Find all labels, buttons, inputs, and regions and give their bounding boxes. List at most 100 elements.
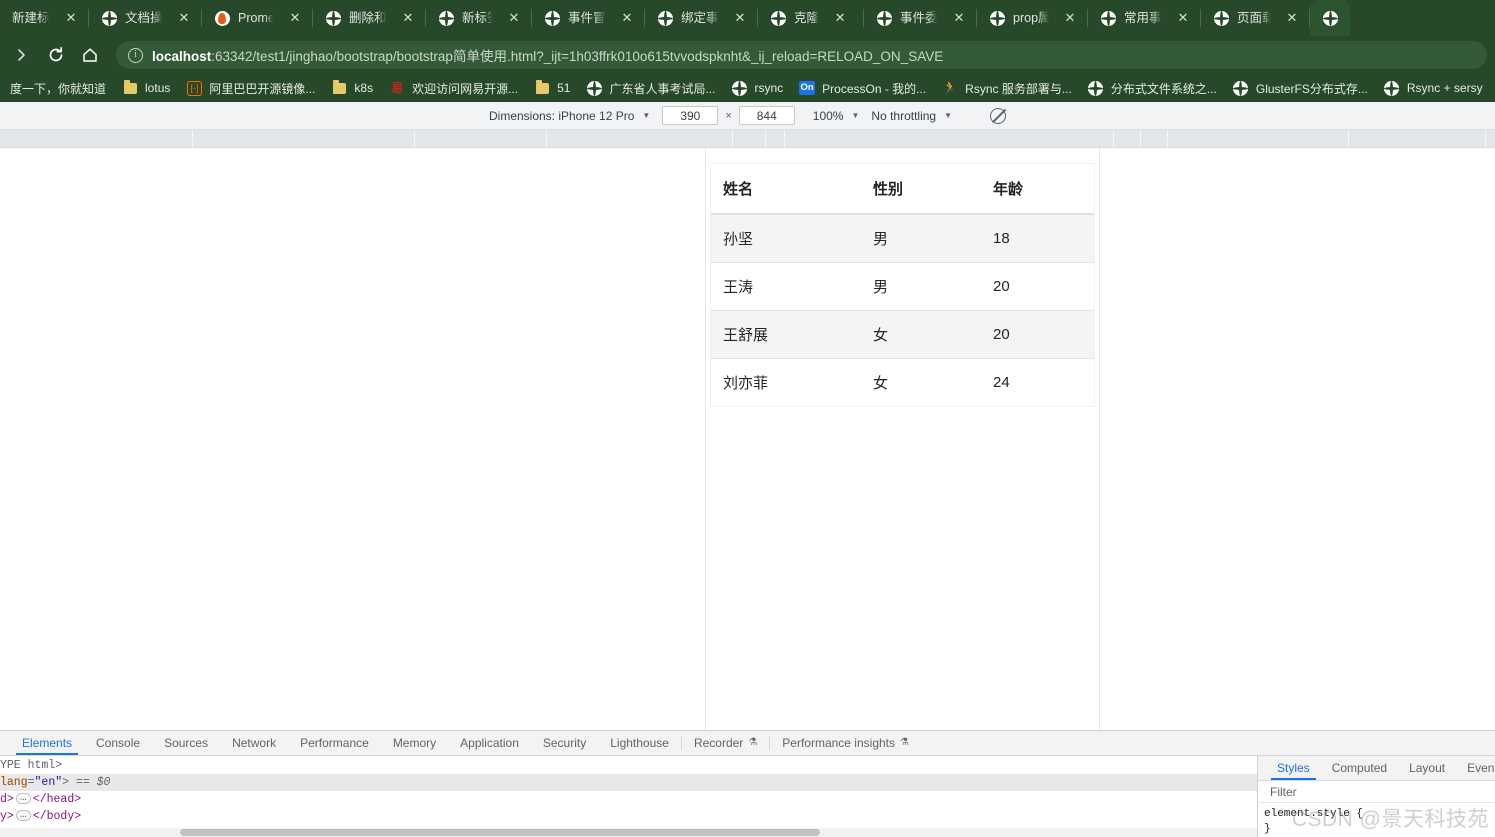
browser-tab[interactable]: 文档操作 ✕ <box>89 0 201 36</box>
browser-tab[interactable]: Prometheus ✕ <box>202 0 312 36</box>
cell-name: 孙坚 <box>711 213 861 263</box>
processon-icon: On <box>799 81 816 95</box>
ruler-tick <box>784 130 785 147</box>
devtools-tab-label: Console <box>96 735 141 750</box>
styles-tab-event-li[interactable]: Event Li <box>1456 756 1495 781</box>
table-row: 孙坚男 18 <box>711 213 1094 263</box>
tab-close-icon[interactable]: ✕ <box>1281 7 1303 29</box>
bookmark-item[interactable]: lotus <box>114 76 178 100</box>
tab-close-icon[interactable]: ✕ <box>829 7 851 29</box>
tab-close-icon[interactable]: ✕ <box>284 7 306 29</box>
bookmark-item[interactable]: 广东省人事考试局... <box>578 76 723 100</box>
bookmark-item[interactable]: On ProcessOn - 我的... <box>791 76 934 100</box>
element-style-rule[interactable]: element.style { } <box>1258 803 1495 837</box>
forward-button[interactable] <box>8 41 36 69</box>
bookmark-item[interactable]: 度一下，你就知道 <box>2 76 114 100</box>
styles-filter-row[interactable]: Filter <box>1258 781 1495 803</box>
bookmark-item[interactable]: k8s <box>323 76 381 100</box>
dom-tree-pane[interactable]: YPE html> lang="en"> == $0 d>… </head> y>… </… <box>0 755 1258 837</box>
ruler-tick <box>732 130 733 147</box>
browser-tab[interactable]: 克隆 ✕ <box>758 0 863 36</box>
globe-icon <box>1384 80 1400 96</box>
table-row: 刘亦菲女 24 <box>711 358 1094 406</box>
dimensions-selector[interactable]: Dimensions: iPhone 12 Pro ▼ <box>489 109 662 123</box>
tab-close-icon[interactable]: ✕ <box>729 7 751 29</box>
bookmark-item[interactable]: 51 <box>526 76 578 100</box>
browser-tab[interactable]: 事件委托 ✕ <box>864 0 976 36</box>
globe-icon <box>101 10 117 26</box>
reload-button[interactable] <box>42 41 70 69</box>
browser-tab[interactable]: 新标签页 ✕ <box>426 0 531 36</box>
th-gender: 性别 <box>861 164 981 215</box>
home-button[interactable] <box>76 41 104 69</box>
tab-close-icon[interactable]: ✕ <box>1059 7 1081 29</box>
bookmark-item[interactable]: [-] 阿里巴巴开源镜像... <box>178 76 323 100</box>
zoom-selector[interactable]: 100% ▼ <box>813 109 872 123</box>
url-text: localhost:63342/test1/jinghao/bootstrap/… <box>152 45 943 65</box>
globe-icon <box>770 10 786 26</box>
th-name: 姓名 <box>711 164 861 215</box>
scrollbar-thumb[interactable] <box>180 829 820 836</box>
browser-tab[interactable]: 删除和清空 ✕ <box>313 0 425 36</box>
styles-tab-computed[interactable]: Computed <box>1321 756 1398 781</box>
tab-close-icon[interactable]: ✕ <box>948 7 970 29</box>
browser-tab[interactable]: 新建标签 ✕ <box>0 0 88 36</box>
styles-sidebar: StylesComputedLayoutEvent Li Filter elem… <box>1258 755 1495 837</box>
browser-tab[interactable]: 常用事件 ✕ <box>1088 0 1200 36</box>
devtools-tab-memory[interactable]: Memory <box>381 731 448 755</box>
devtools-tab-lighthouse[interactable]: Lighthouse <box>598 731 681 755</box>
site-info-icon[interactable]: i <box>128 47 143 63</box>
styles-tab-styles[interactable]: Styles <box>1266 756 1321 781</box>
bookmark-item[interactable]: 易欢迎访问网易开源... <box>381 76 526 100</box>
tab-close-icon[interactable]: ✕ <box>60 7 82 29</box>
dom-node-line[interactable]: lang="en"> == $0 <box>0 773 1257 791</box>
table-row: 王舒展女 20 <box>711 310 1094 359</box>
bookmark-item[interactable]: 分布式文件系统之... <box>1080 76 1225 100</box>
devtools-tab-application[interactable]: Application <box>448 731 531 755</box>
tab-close-icon[interactable]: ✕ <box>616 7 638 29</box>
device-height-input[interactable] <box>738 106 795 125</box>
devtools-tab-network[interactable]: Network <box>220 731 288 755</box>
devtools-tab-performance-insights[interactable]: Performance insights ⚗ <box>770 731 921 755</box>
globe-icon <box>1322 10 1338 26</box>
cell-age: 18 <box>981 213 1094 263</box>
devtools-tab-security[interactable]: Security <box>531 731 598 755</box>
browser-tab[interactable]: 页面载入 ✕ <box>1201 0 1309 36</box>
bookmark-item[interactable]: 🏃 Rsync 服务部署与... <box>934 76 1080 100</box>
throttling-selector[interactable]: No throttling ▼ <box>871 109 964 123</box>
table-row: 王涛男 20 <box>711 262 1094 311</box>
bookmark-item[interactable]: GlusterFS分布式存... <box>1225 76 1376 100</box>
dom-horizontal-scrollbar[interactable] <box>0 828 1257 837</box>
cell-name: 王舒展 <box>711 310 861 359</box>
bookmark-label: ProcessOn - 我的... <box>822 81 927 96</box>
device-width-input[interactable] <box>662 106 719 125</box>
bookmark-item[interactable]: Rsync + sersy <box>1376 76 1491 100</box>
browser-tab[interactable]: 绑定事件的 ✕ <box>645 0 757 36</box>
dom-node-line[interactable]: YPE html> <box>0 757 1257 774</box>
cell-age: 24 <box>981 358 1094 406</box>
rotate-device-icon[interactable] <box>990 107 1007 124</box>
bookmark-label: 分布式文件系统之... <box>1110 81 1217 96</box>
devtools-tab-recorder[interactable]: Recorder ⚗ <box>682 731 769 755</box>
dom-node-line[interactable]: d>… </head> <box>0 791 1257 808</box>
tab-close-icon[interactable]: ✕ <box>503 7 525 29</box>
folder-icon <box>122 80 138 96</box>
devtools-tab-elements[interactable]: Elements <box>10 731 84 755</box>
dom-node-line[interactable]: y>… </body> <box>0 808 1257 825</box>
devtools-tab-sources[interactable]: Sources <box>152 731 220 755</box>
globe-icon <box>876 10 892 26</box>
tab-close-icon[interactable]: ✕ <box>397 7 419 29</box>
tab-close-icon[interactable]: ✕ <box>173 7 195 29</box>
devtools-tab-performance[interactable]: Performance <box>288 731 381 755</box>
tab-title: 事件委托 <box>900 11 938 25</box>
browser-tab[interactable]: prop属性操 ✕ <box>977 0 1087 36</box>
styles-tab-layout[interactable]: Layout <box>1398 756 1456 781</box>
browser-tab[interactable]: 事件冒泡 ✕ <box>532 0 644 36</box>
tab-title: prop属性操 <box>1013 11 1049 25</box>
devtools-tab-console[interactable]: Console <box>84 731 152 755</box>
address-bar[interactable]: i localhost:63342/test1/jinghao/bootstra… <box>116 41 1487 69</box>
bookmark-item[interactable]: rsync <box>723 76 791 100</box>
browser-tab[interactable] <box>1310 0 1350 36</box>
globe-icon <box>544 10 560 26</box>
tab-close-icon[interactable]: ✕ <box>1172 7 1194 29</box>
